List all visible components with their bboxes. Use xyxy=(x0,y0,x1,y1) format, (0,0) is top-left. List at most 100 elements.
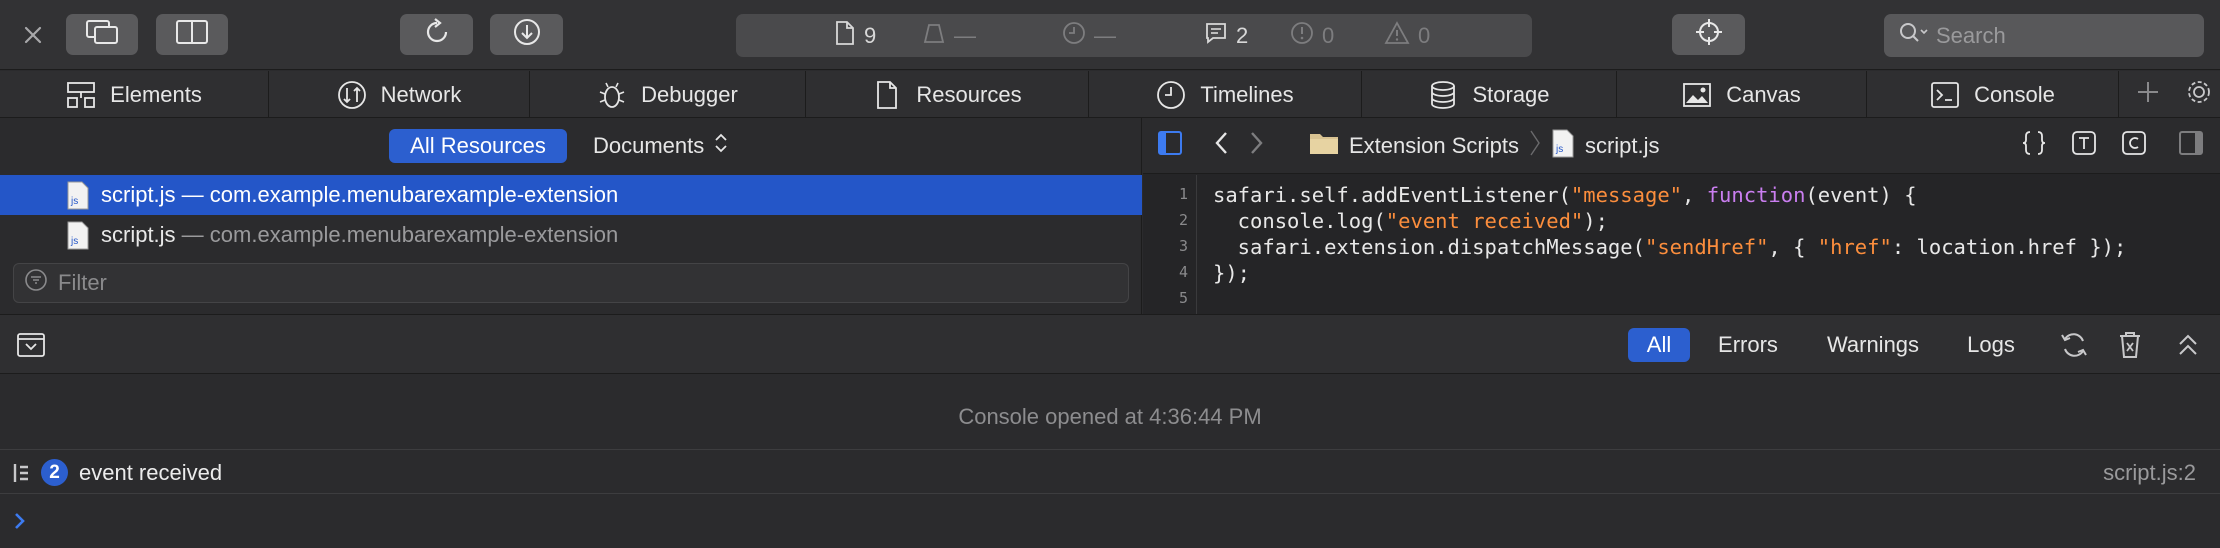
tab-network[interactable]: Network xyxy=(269,71,530,118)
back-button[interactable] xyxy=(1207,131,1237,161)
dock-side-button[interactable] xyxy=(156,14,228,55)
code-token: : location.href }); xyxy=(1891,235,2127,259)
code-token: , { xyxy=(1768,235,1818,259)
console-session-header: Console opened at 4:36:44 PM xyxy=(958,404,1262,429)
code-token: "sendHref" xyxy=(1644,235,1769,259)
code-token: , xyxy=(1682,183,1707,207)
resource-item-label: script.js — com.example.menubarexample-e… xyxy=(101,222,619,247)
console-message[interactable]: 2 event received script.js:2 xyxy=(0,449,2220,494)
code-line: safari.self.addEventListener("message", … xyxy=(1213,182,1917,208)
breadcrumb-separator-icon xyxy=(1529,129,1541,163)
download-icon xyxy=(512,17,542,53)
load-size-item[interactable]: — xyxy=(922,14,976,57)
gear-icon xyxy=(2184,77,2214,113)
log-message-icon xyxy=(12,462,30,490)
code-token: safari.self.addEventListener( xyxy=(1213,183,1571,207)
search-input[interactable] xyxy=(1936,22,2176,49)
chevron-left-icon xyxy=(1212,129,1232,163)
filter-errors-button[interactable]: Errors xyxy=(1704,328,1792,362)
storage-icon xyxy=(1428,80,1458,110)
resource-item-selected[interactable]: js script.js — com.example.menubarexampl… xyxy=(0,175,1142,215)
folder-icon xyxy=(1309,130,1339,162)
resource-item[interactable]: js script.js — com.example.menubarexampl… xyxy=(0,215,1142,255)
code-token: "href" xyxy=(1817,235,1892,259)
forward-button[interactable] xyxy=(1241,131,1271,161)
close-icon[interactable] xyxy=(18,20,48,50)
tab-console[interactable]: Console xyxy=(1867,71,2119,118)
line-number: 5 xyxy=(1178,289,1188,307)
log-count-item[interactable]: 2 xyxy=(1204,14,1248,57)
breadcrumb-folder[interactable]: Extension Scripts xyxy=(1349,133,1519,159)
filter-logs-button[interactable]: Logs xyxy=(1954,328,2028,362)
reload-icon xyxy=(422,17,452,53)
code-line: }); xyxy=(1213,260,1250,286)
tab-timelines[interactable]: Timelines xyxy=(1089,71,1362,118)
svg-text:js: js xyxy=(70,236,78,247)
maximize-console-button[interactable] xyxy=(2176,331,2200,365)
resource-item-label: script.js — com.example.menubarexample-e… xyxy=(101,182,619,207)
search-field[interactable] xyxy=(1884,14,2204,57)
load-time: — xyxy=(1094,22,1116,48)
code-coverage-button[interactable] xyxy=(2119,131,2149,161)
filter-warnings-button[interactable]: Warnings xyxy=(1810,328,1936,362)
code-token: function xyxy=(1706,183,1806,207)
svg-text:js: js xyxy=(70,196,78,207)
show-type-info-button[interactable] xyxy=(2069,131,2099,161)
editor-navigation-bar: Extension Scripts js script.js xyxy=(1143,118,2220,174)
console-input[interactable] xyxy=(40,505,2190,537)
inspect-element-button[interactable] xyxy=(1672,14,1745,55)
tab-debugger[interactable]: Debugger xyxy=(530,71,806,118)
code-line: console.log("event received"); xyxy=(1213,208,1608,234)
type-icon xyxy=(2071,130,2097,162)
filter-all-button[interactable]: All xyxy=(1628,328,1690,362)
svg-text:js: js xyxy=(1555,144,1563,155)
code-token: "message" xyxy=(1570,183,1683,207)
scope-all-resources[interactable]: All Resources xyxy=(389,129,567,163)
toggle-details-sidebar-button[interactable] xyxy=(2176,131,2206,161)
prompt-chevron-icon xyxy=(12,511,28,537)
resources-count-item[interactable]: 9 xyxy=(834,14,876,57)
console-prompt[interactable] xyxy=(0,495,2220,548)
console-message-source-link[interactable]: script.js:2 xyxy=(2103,460,2196,486)
tab-bar: Elements Network Debugger Resources Time… xyxy=(0,71,2220,118)
line-number: 3 xyxy=(1178,237,1188,255)
toggle-navigation-sidebar-button[interactable] xyxy=(1155,131,1185,161)
toolbar: 9 — — 2 0 0 Search xyxy=(0,0,2220,70)
tab-canvas[interactable]: Canvas xyxy=(1617,71,1867,118)
preserve-log-button[interactable] xyxy=(2058,330,2090,366)
clear-log-button[interactable] xyxy=(2116,330,2144,366)
settings-button[interactable] xyxy=(2177,71,2220,118)
pretty-print-button[interactable] xyxy=(2019,131,2049,161)
sidebar-right-icon xyxy=(2178,130,2204,162)
weight-icon xyxy=(922,21,946,51)
load-time-item[interactable]: — xyxy=(1062,14,1116,57)
download-button[interactable] xyxy=(490,14,563,55)
toggle-split-console-button[interactable] xyxy=(16,332,46,364)
tab-elements[interactable]: Elements xyxy=(0,71,269,118)
warning-count-item[interactable]: 0 xyxy=(1384,14,1430,57)
new-tab-button[interactable] xyxy=(2119,71,2177,118)
status-summary: 9 — — 2 0 0 xyxy=(736,14,1532,57)
resource-filter[interactable] xyxy=(13,263,1129,303)
error-icon xyxy=(1290,21,1314,51)
tab-resources[interactable]: Resources xyxy=(806,71,1089,118)
tab-storage[interactable]: Storage xyxy=(1362,71,1617,118)
chevron-right-icon xyxy=(1246,129,1266,163)
line-number-gutter: 1 2 3 4 5 xyxy=(1143,175,1197,314)
sidebar-left-icon xyxy=(1157,130,1183,162)
scope-documents-select[interactable]: Documents xyxy=(593,129,728,163)
breadcrumb-file[interactable]: script.js xyxy=(1585,133,1660,159)
braces-icon xyxy=(2020,129,2048,163)
tab-elements-label: Elements xyxy=(110,81,202,107)
scope-documents-label: Documents xyxy=(593,133,705,158)
up-down-chevron-icon xyxy=(714,132,728,160)
reload-button[interactable] xyxy=(400,14,473,55)
error-count-item[interactable]: 0 xyxy=(1290,14,1334,57)
network-icon xyxy=(337,80,367,110)
undock-button[interactable] xyxy=(66,14,138,55)
plus-icon xyxy=(2135,79,2161,111)
error-count: 0 xyxy=(1322,22,1335,48)
clock-icon xyxy=(1062,21,1086,51)
filter-input[interactable] xyxy=(58,270,1058,296)
resources-sidebar: All Resources Documents js script.js — c… xyxy=(0,118,1142,314)
